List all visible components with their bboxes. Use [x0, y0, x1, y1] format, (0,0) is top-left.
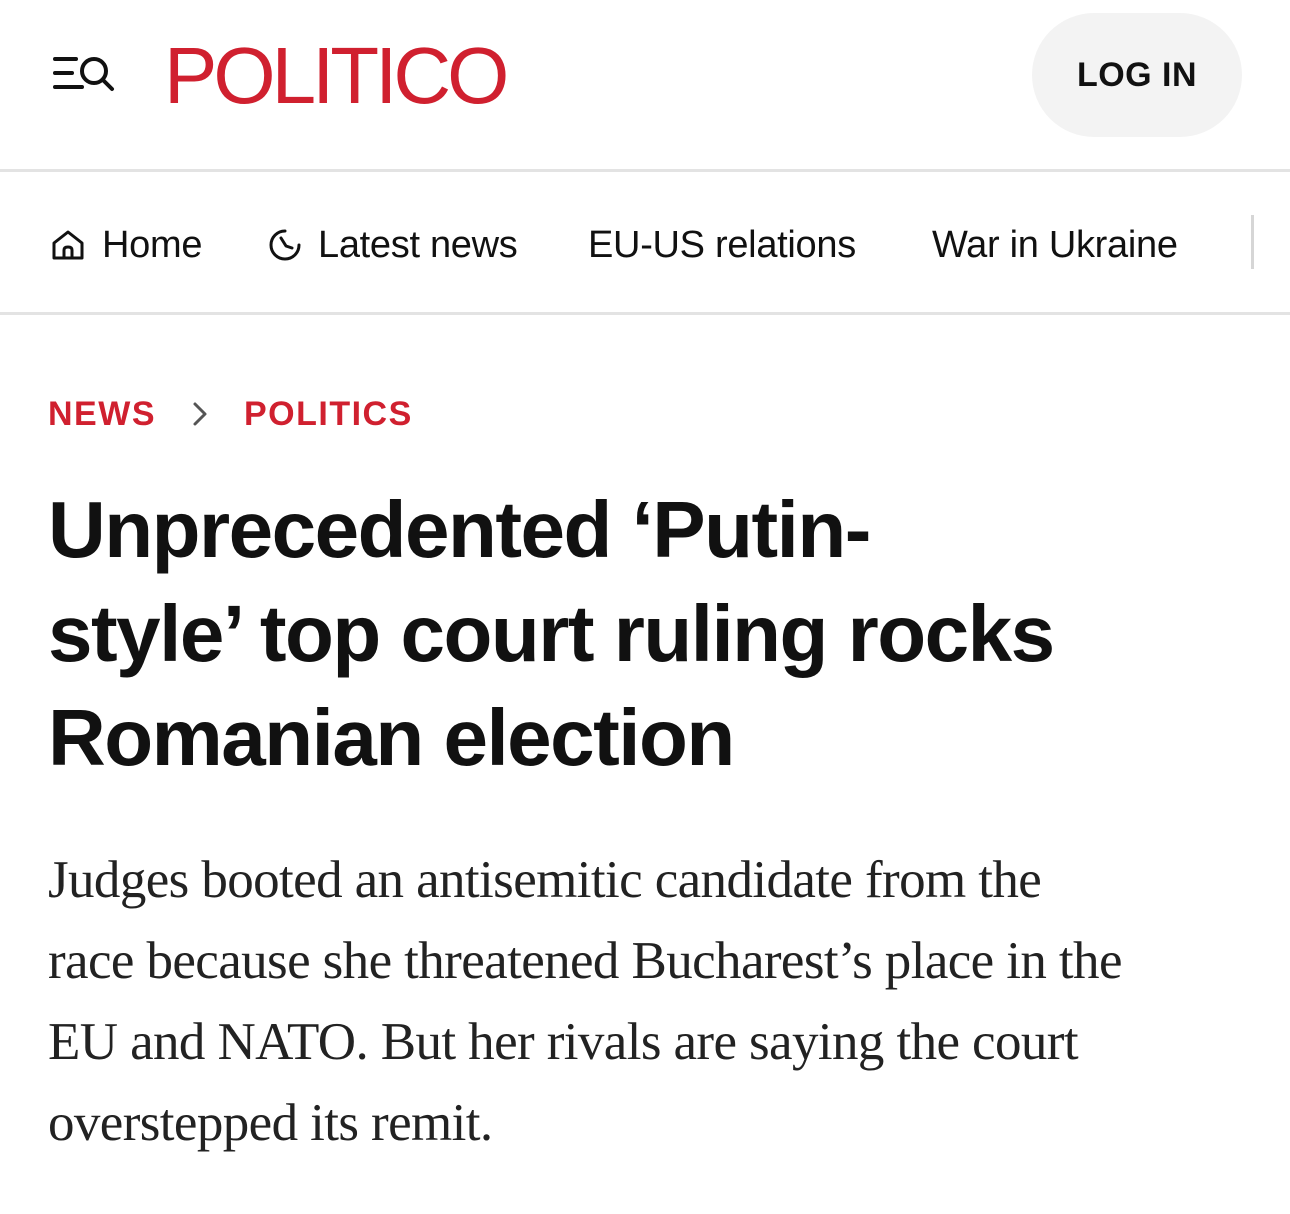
article-headline: Unprecedented ‘Putin- style’ top court r… — [48, 478, 1258, 790]
nav-item-label: Latest news — [318, 223, 518, 266]
chevron-right-icon — [156, 401, 244, 427]
nav-item-war-in-ukraine[interactable]: War in Ukraine — [932, 219, 1178, 271]
nav-item-label: War in Ukraine — [932, 223, 1178, 266]
article-dek: Judges booted an antisemitic candidate f… — [48, 840, 1258, 1164]
dek-line: race because she threatened Bucharest’s … — [48, 932, 1122, 990]
login-button[interactable]: LOG IN — [1032, 13, 1242, 137]
breadcrumb-politics[interactable]: POLITICS — [244, 395, 413, 434]
headline-line: Unprecedented ‘Putin- — [48, 485, 871, 574]
menu-search-icon[interactable] — [52, 52, 116, 98]
nav-divider — [1251, 215, 1254, 269]
site-header: POLITICO LOG IN — [0, 0, 1290, 172]
headline-line: Romanian election — [48, 693, 735, 782]
dek-line: Judges booted an antisemitic candidate f… — [48, 851, 1042, 909]
nav-item-latest-news[interactable]: Latest news — [268, 219, 518, 271]
breadcrumb: NEWS POLITICS — [48, 392, 413, 436]
dek-line: EU and NATO. But her rivals are saying t… — [48, 1013, 1079, 1071]
nav-item-label: EU-US relations — [588, 223, 856, 266]
nav-item-label: Home — [102, 223, 203, 266]
section-nav: Home Latest news EU-US relations War in … — [0, 175, 1290, 315]
politico-logo[interactable]: POLITICO — [164, 34, 509, 118]
breadcrumb-news[interactable]: NEWS — [48, 395, 156, 434]
clock-icon — [269, 229, 301, 261]
home-icon — [52, 230, 84, 260]
headline-line: style’ top court ruling rocks — [48, 589, 1055, 678]
dek-line: overstepped its remit. — [48, 1094, 493, 1152]
nav-item-home[interactable]: Home — [50, 219, 202, 271]
nav-item-eu-us-relations[interactable]: EU-US relations — [588, 219, 856, 271]
